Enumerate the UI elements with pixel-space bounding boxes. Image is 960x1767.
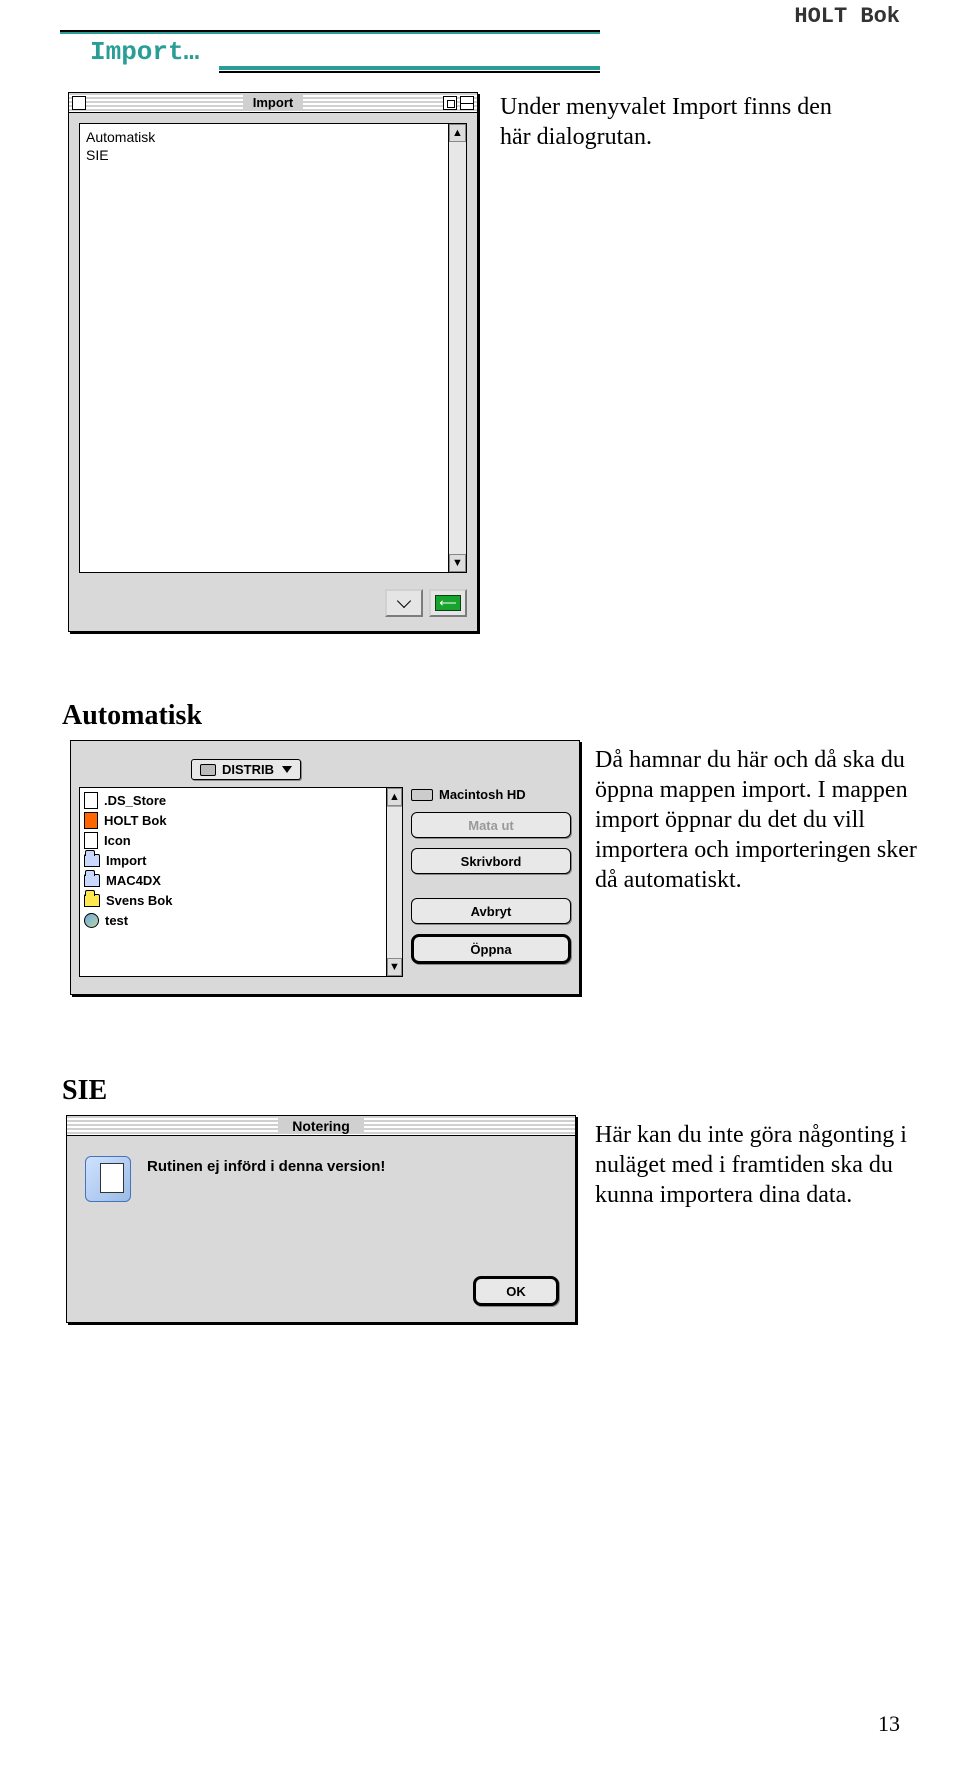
list-item[interactable]: .DS_Store xyxy=(84,790,382,810)
list-item[interactable]: Automatisk xyxy=(86,128,442,146)
open-button[interactable]: Öppna xyxy=(411,934,571,964)
section-heading: Import… xyxy=(60,30,600,70)
eject-button[interactable]: Mata ut xyxy=(411,812,571,838)
list-item[interactable]: MAC4DX xyxy=(84,870,382,890)
back-button[interactable]: ⟵ xyxy=(429,589,467,617)
file-list[interactable]: .DS_Store HOLT Bok Icon Import MAC4DX Sv… xyxy=(79,787,403,977)
scrollbar[interactable]: ▲ ▼ xyxy=(386,788,402,976)
file-name: Svens Bok xyxy=(106,893,172,908)
volume-label: Macintosh HD xyxy=(411,787,571,802)
chevron-down-icon xyxy=(397,594,411,608)
file-icon xyxy=(84,792,98,809)
directory-popup-label: DISTRIB xyxy=(222,762,274,777)
import-dialog-titlebar[interactable]: Import xyxy=(69,93,477,113)
ok-button[interactable]: OK xyxy=(473,1276,559,1306)
list-item[interactable]: test xyxy=(84,910,382,930)
close-box-icon[interactable] xyxy=(72,96,86,110)
hd-icon xyxy=(411,789,433,801)
page-number: 13 xyxy=(878,1711,900,1737)
scrollbar[interactable]: ▲ ▼ xyxy=(448,124,466,572)
chevron-down-icon xyxy=(282,766,292,773)
directory-popup[interactable]: DISTRIB xyxy=(191,759,301,780)
file-name: .DS_Store xyxy=(104,793,166,808)
heading-sie: SIE xyxy=(62,1075,107,1107)
list-item[interactable]: Svens Bok xyxy=(84,890,382,910)
list-item[interactable]: Import xyxy=(84,850,382,870)
notering-dialog: Notering Rutinen ej införd i denna versi… xyxy=(66,1115,576,1323)
scroll-up-icon[interactable]: ▲ xyxy=(387,788,402,806)
volume-name: Macintosh HD xyxy=(439,787,526,802)
hd-icon xyxy=(200,764,216,776)
file-name: HOLT Bok xyxy=(104,813,167,828)
import-dialog: Import Automatisk SIE ▲ ▼ ⟵ xyxy=(68,92,478,632)
arrow-left-icon: ⟵ xyxy=(435,595,461,611)
zoom-box-icon[interactable] xyxy=(443,96,457,110)
globe-icon xyxy=(84,913,99,928)
sort-button[interactable] xyxy=(385,589,423,617)
section-title: Import… xyxy=(60,34,219,70)
desktop-button[interactable]: Skrivbord xyxy=(411,848,571,874)
scroll-track[interactable] xyxy=(449,142,466,554)
notering-title: Notering xyxy=(278,1118,364,1134)
list-item[interactable]: Icon xyxy=(84,830,382,850)
list-item[interactable]: HOLT Bok xyxy=(84,810,382,830)
import-listbox[interactable]: Automatisk SIE ▲ ▼ xyxy=(79,123,467,573)
notering-text: Rutinen ej införd i denna version! xyxy=(147,1156,385,1256)
folder-icon xyxy=(84,894,100,907)
import-dialog-title: Import xyxy=(243,95,303,110)
file-name: MAC4DX xyxy=(106,873,161,888)
sie-paragraph: Här kan du inte göra någonting i nuläget… xyxy=(595,1120,925,1210)
scroll-down-icon[interactable]: ▼ xyxy=(449,554,466,572)
collapse-box-icon[interactable] xyxy=(460,96,474,110)
list-item[interactable]: SIE xyxy=(86,146,442,164)
import-list-items[interactable]: Automatisk SIE xyxy=(80,124,448,572)
file-open-dialog: DISTRIB .DS_Store HOLT Bok Icon Import M… xyxy=(70,740,580,995)
cancel-button[interactable]: Avbryt xyxy=(411,898,571,924)
automatisk-paragraph: Då hamnar du här och då ska du öppna map… xyxy=(595,745,920,895)
dialog-footer: ⟵ xyxy=(69,583,477,627)
file-name: test xyxy=(105,913,128,928)
intro-paragraph: Under menyvalet Import finns den här dia… xyxy=(500,92,840,152)
folder-icon xyxy=(84,874,100,887)
scroll-down-icon[interactable]: ▼ xyxy=(387,958,402,976)
file-name: Import xyxy=(106,853,146,868)
file-icon xyxy=(84,832,98,849)
doc-header: HOLT Bok xyxy=(794,4,900,29)
file-name: Icon xyxy=(104,833,131,848)
info-icon xyxy=(85,1156,131,1202)
scroll-up-icon[interactable]: ▲ xyxy=(449,124,466,142)
folder-icon xyxy=(84,854,100,867)
file-icon xyxy=(84,812,98,829)
scroll-track[interactable] xyxy=(387,806,402,958)
notering-titlebar[interactable]: Notering xyxy=(67,1116,575,1136)
heading-automatisk: Automatisk xyxy=(62,700,202,732)
